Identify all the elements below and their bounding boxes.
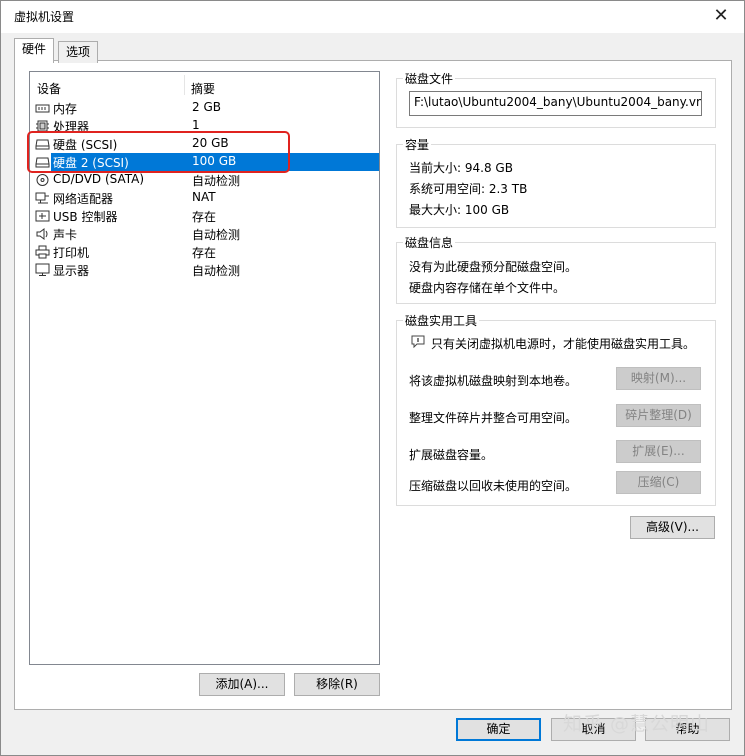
device-summary: 存在 <box>192 246 217 260</box>
current-size-text: 当前大小: 94.8 GB <box>409 161 513 175</box>
disk-tools-note: 只有关闭虚拟机电源时，才能使用磁盘实用工具。 <box>431 337 696 351</box>
device-name: 打印机 <box>53 246 90 260</box>
close-button[interactable]: ✕ <box>698 1 744 31</box>
title-bar: 虚拟机设置 ✕ <box>1 1 744 33</box>
device-name: USB 控制器 <box>53 210 118 224</box>
device-summary: 存在 <box>192 210 217 224</box>
close-icon: ✕ <box>713 5 729 26</box>
device-summary: 自动检测 <box>192 228 241 242</box>
ok-button[interactable]: 确定 <box>456 718 541 741</box>
device-name: CD/DVD (SATA) <box>53 172 145 186</box>
compact-button[interactable]: 压缩(C) <box>616 471 701 494</box>
device-row-printer[interactable]: 打印机 存在 <box>32 243 379 261</box>
device-row-memory[interactable]: 内存 2 GB <box>32 99 379 117</box>
tab-hardware[interactable]: 硬件 <box>14 38 55 63</box>
network-adapter-icon <box>35 192 49 204</box>
max-size-text: 最大大小: 100 GB <box>409 203 510 217</box>
expand-label: 扩展磁盘容量。 <box>409 448 494 462</box>
device-name: 内存 <box>53 102 78 116</box>
device-column-header[interactable]: 设备 <box>37 80 61 97</box>
expand-button[interactable]: 扩展(E)... <box>616 440 701 463</box>
add-device-button[interactable]: 添加(A)... <box>199 673 285 696</box>
tab-options-label: 选项 <box>66 45 91 59</box>
column-divider[interactable] <box>184 75 185 95</box>
device-summary: 自动检测 <box>192 174 241 188</box>
disk-info-line-2: 硬盘内容存储在单个文件中。 <box>409 281 566 295</box>
system-available-text: 系统可用空间: 2.3 TB <box>409 182 528 196</box>
defrag-label: 整理文件碎片并整合可用空间。 <box>409 411 578 425</box>
disk-info-title: 磁盘信息 <box>403 234 456 251</box>
info-icon <box>411 335 425 348</box>
summary-column-header[interactable]: 摘要 <box>191 80 215 97</box>
disk-file-title: 磁盘文件 <box>403 70 456 87</box>
device-summary: 自动检测 <box>192 264 241 278</box>
map-label: 将该虚拟机磁盘映射到本地卷。 <box>409 374 578 388</box>
device-name: 网络适配器 <box>53 192 114 206</box>
sound-card-icon <box>36 228 48 240</box>
disk-info-line-1: 没有为此硬盘预分配磁盘空间。 <box>409 260 578 274</box>
printer-icon <box>35 245 50 259</box>
device-row-display[interactable]: 显示器 自动检测 <box>32 261 379 279</box>
watermark: 知乎 @慧公明山 <box>563 713 711 735</box>
device-row-sound-card[interactable]: 声卡 自动检测 <box>32 225 379 243</box>
tab-options[interactable]: 选项 <box>58 41 99 63</box>
device-summary: 2 GB <box>192 100 221 114</box>
disk-file-path-field[interactable]: F:\lutao\Ubuntu2004_bany\Ubuntu2004_bany… <box>409 91 702 116</box>
map-button[interactable]: 映射(M)... <box>616 367 701 390</box>
device-row-usb-controller[interactable]: USB 控制器 存在 <box>32 207 379 225</box>
device-name: 声卡 <box>53 228 78 242</box>
device-summary: 1 <box>192 118 200 132</box>
cd-dvd-icon <box>36 174 49 186</box>
defrag-button[interactable]: 碎片整理(D) <box>616 404 701 427</box>
capacity-title: 容量 <box>403 136 432 153</box>
device-row-network-adapter[interactable]: 网络适配器 NAT <box>32 189 379 207</box>
tab-hardware-label: 硬件 <box>22 42 47 56</box>
device-name: 显示器 <box>53 264 90 278</box>
display-icon <box>35 263 50 276</box>
usb-icon <box>35 210 50 222</box>
window-title: 虚拟机设置 <box>14 10 75 24</box>
memory-icon <box>35 104 50 113</box>
advanced-button[interactable]: 高级(V)... <box>630 516 715 539</box>
highlight-annotation <box>27 131 290 173</box>
remove-device-button[interactable]: 移除(R) <box>294 673 380 696</box>
disk-tools-title: 磁盘实用工具 <box>403 312 480 329</box>
device-summary: NAT <box>192 190 216 204</box>
device-row-cd-dvd[interactable]: CD/DVD (SATA) 自动检测 <box>32 171 379 189</box>
compact-label: 压缩磁盘以回收未使用的空间。 <box>409 479 578 493</box>
